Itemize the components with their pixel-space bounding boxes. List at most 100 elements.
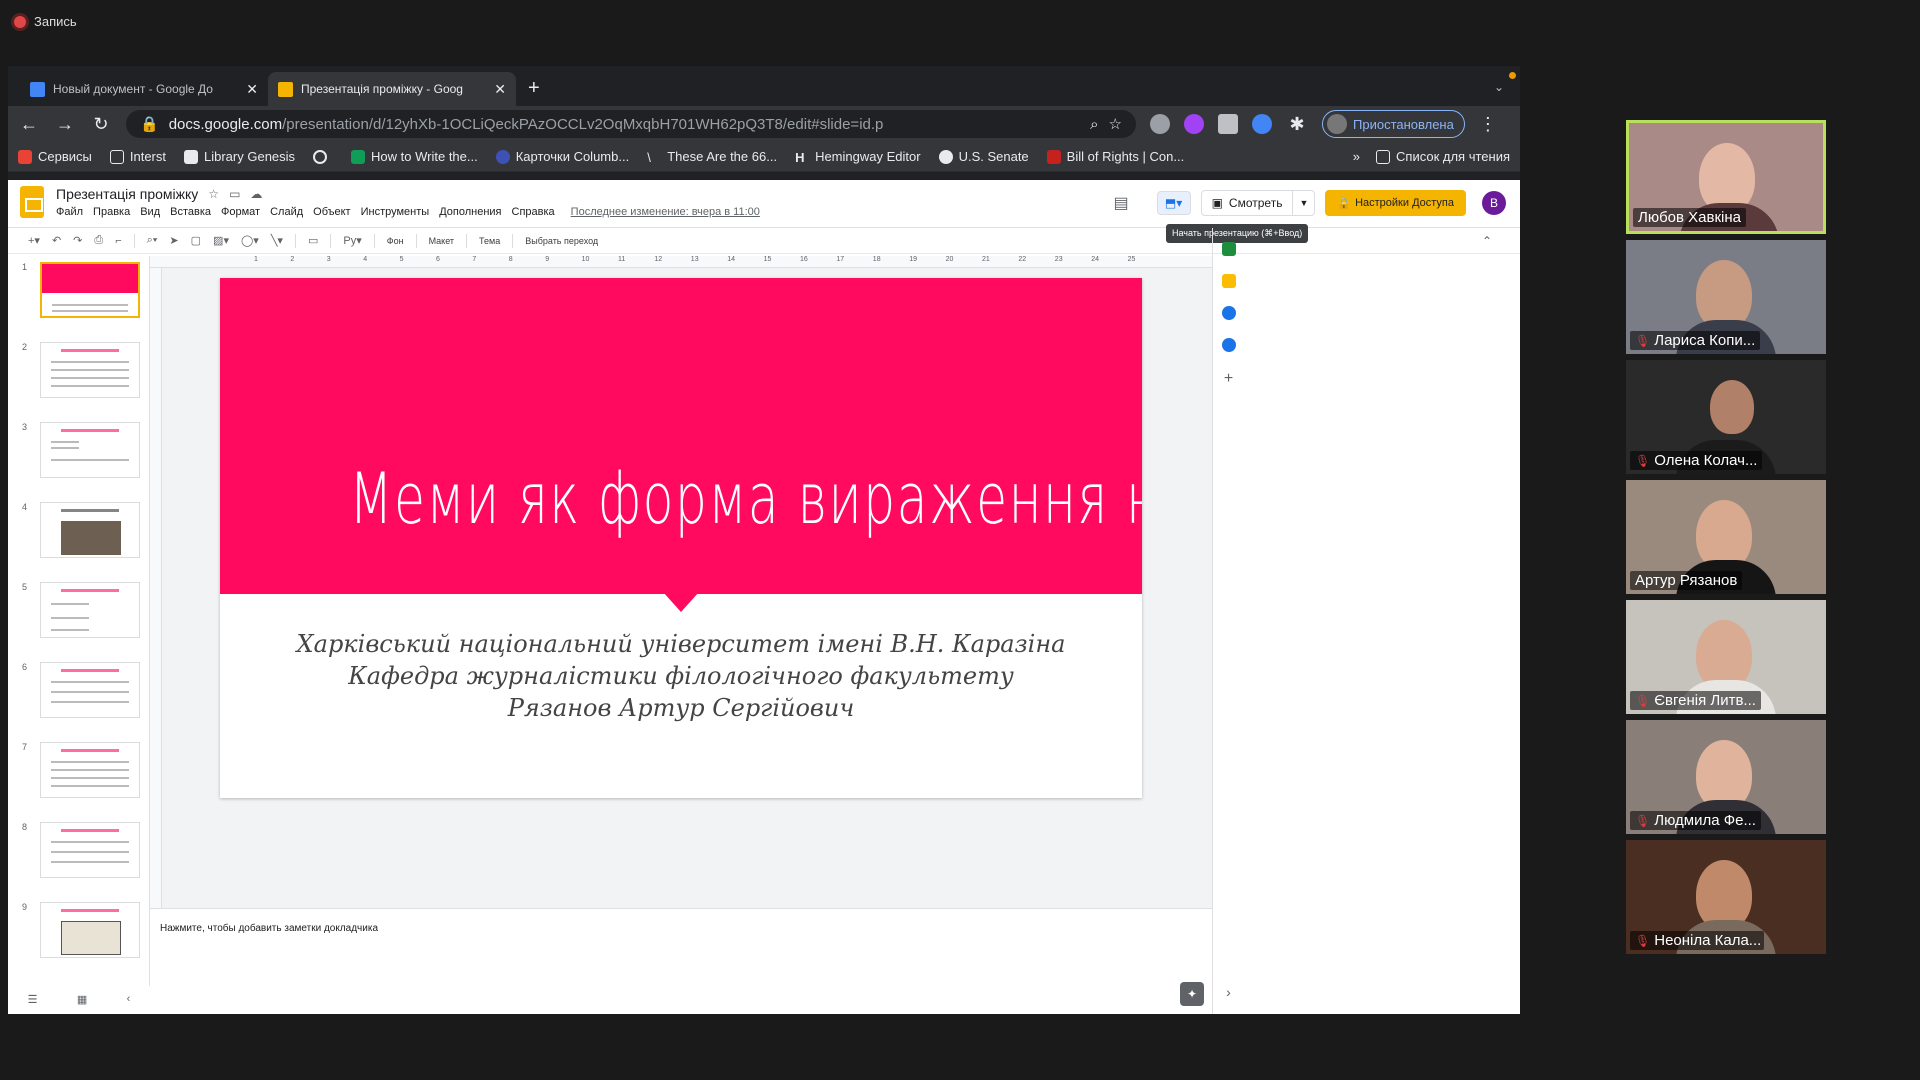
meet-present-button[interactable]: ⬒▾ bbox=[1156, 191, 1191, 215]
text-box-icon[interactable]: ▢ bbox=[191, 234, 201, 247]
sheets-icon[interactable] bbox=[1221, 242, 1236, 256]
menu-tools[interactable]: Инструменты bbox=[361, 206, 430, 218]
participant-tile[interactable]: Артур Рязанов bbox=[1626, 480, 1826, 594]
slide-thumbnail[interactable]: 1 bbox=[8, 256, 149, 336]
bookmark-how-to-write[interactable]: How to Write the... bbox=[351, 149, 478, 164]
image-icon[interactable]: ▨▾ bbox=[213, 234, 229, 247]
tab-google-slides[interactable]: Презентація проміжку - Goog ✕ bbox=[268, 72, 516, 106]
extension-color-icon[interactable] bbox=[1252, 114, 1272, 134]
slide-thumbnail[interactable]: 9 bbox=[8, 896, 149, 976]
menu-insert[interactable]: Вставка bbox=[170, 206, 211, 218]
present-button[interactable]: ▣ Смотреть ▼ bbox=[1200, 190, 1316, 216]
print-icon[interactable]: ⎙ bbox=[94, 234, 103, 247]
bookmark-columbia[interactable]: Карточки Columb... bbox=[495, 149, 629, 164]
star-icon[interactable]: ☆ bbox=[1109, 115, 1122, 133]
participant-tile[interactable]: 🎙 Неоніла Кала... bbox=[1626, 840, 1826, 954]
comment-icon[interactable]: ▭ bbox=[308, 234, 318, 247]
slide-thumbnail[interactable]: 2 bbox=[8, 336, 149, 416]
tab-google-doc[interactable]: Новый документ - Google До ✕ bbox=[20, 72, 268, 106]
extension-icon[interactable] bbox=[1218, 114, 1238, 134]
slide-thumbnail[interactable]: 7 bbox=[8, 736, 149, 816]
layout-button[interactable]: Макет bbox=[429, 236, 454, 246]
speaker-notes[interactable]: Нажмите, чтобы добавить заметки докладчи… bbox=[150, 908, 1212, 1014]
document-title[interactable]: Презентація проміжку bbox=[56, 186, 198, 202]
reading-list-button[interactable]: Список для чтения bbox=[1376, 149, 1510, 164]
adblock-icon[interactable] bbox=[1150, 114, 1170, 134]
shape-icon[interactable]: ◯▾ bbox=[241, 234, 259, 247]
contacts-icon[interactable] bbox=[1221, 338, 1236, 352]
bookmark-interst[interactable]: Interst bbox=[109, 149, 166, 164]
redo-icon[interactable]: ↷ bbox=[73, 234, 82, 247]
new-tab-button[interactable]: + bbox=[516, 77, 552, 106]
participant-tile[interactable]: 🎙 Лариса Копи... bbox=[1626, 240, 1826, 354]
paint-format-icon[interactable]: ⌐ bbox=[115, 235, 121, 247]
move-folder-icon[interactable]: ▭ bbox=[229, 187, 240, 201]
participant-tile[interactable]: 🎙 Євгенія Литв... bbox=[1626, 600, 1826, 714]
bookmark-libgen[interactable]: Library Genesis bbox=[184, 149, 295, 164]
bookmark-senate[interactable]: U.S. Senate bbox=[938, 149, 1029, 164]
bookmarks-overflow-button[interactable]: » bbox=[1353, 149, 1360, 164]
slide-thumbnail[interactable]: 5 bbox=[8, 576, 149, 656]
chevron-down-icon[interactable]: ▼ bbox=[1293, 198, 1314, 208]
tasks-icon[interactable] bbox=[1221, 306, 1236, 320]
transition-button[interactable]: Выбрать переход bbox=[525, 236, 598, 246]
puzzle-icon[interactable]: ✱ bbox=[1286, 114, 1308, 135]
close-tab-icon[interactable]: ✕ bbox=[246, 81, 258, 98]
share-button[interactable]: 🔒 Настройки Доступа bbox=[1325, 190, 1466, 216]
menu-edit[interactable]: Правка bbox=[93, 206, 130, 218]
avatar[interactable]: В bbox=[1482, 191, 1506, 215]
bookmark-hemingway[interactable]: H Hemingway Editor bbox=[795, 149, 921, 165]
participant-tile[interactable]: 🎙 Людмила Фе... bbox=[1626, 720, 1826, 834]
line-icon[interactable]: ╲▾ bbox=[271, 234, 283, 247]
new-slide-icon[interactable]: +▾ bbox=[28, 234, 40, 247]
chevron-right-icon[interactable]: › bbox=[1226, 984, 1231, 1000]
close-tab-icon[interactable]: ✕ bbox=[494, 81, 506, 98]
input-tools-icon[interactable]: Ру▾ bbox=[343, 234, 361, 247]
menu-help[interactable]: Справка bbox=[512, 206, 555, 218]
last-edit-link[interactable]: Последнее изменение: вчера в 11:00 bbox=[571, 206, 760, 218]
slide-subtitle[interactable]: Харківський національний університет іме… bbox=[220, 628, 1142, 724]
slide-thumbnail[interactable]: 6 bbox=[8, 656, 149, 736]
menu-file[interactable]: Файл bbox=[56, 206, 83, 218]
select-icon[interactable]: ➤ bbox=[169, 234, 178, 247]
tab-search-icon[interactable]: ⌄ bbox=[1494, 80, 1504, 94]
slide-title[interactable]: Меми як форма вираження новин bbox=[349, 458, 1142, 540]
collapse-toolbar-icon[interactable]: ⌃ bbox=[1482, 234, 1492, 248]
comment-history-icon[interactable]: ▤ bbox=[1113, 193, 1128, 213]
participant-tile[interactable]: Любов Хавкіна bbox=[1626, 120, 1826, 234]
explore-icon[interactable]: ✦ bbox=[1180, 982, 1204, 1006]
slide-thumbnail[interactable]: 3 bbox=[8, 416, 149, 496]
bookmark-apps[interactable]: Сервисы bbox=[18, 149, 92, 164]
more-menu-icon[interactable]: ⋮ bbox=[1479, 114, 1497, 135]
profile-button[interactable]: Приостановлена bbox=[1322, 110, 1465, 138]
extension-pen-icon[interactable] bbox=[1184, 114, 1204, 134]
address-bar[interactable]: 🔒 docs.google.com/presentation/d/12yhXb-… bbox=[126, 110, 1136, 138]
zoom-icon[interactable]: ⌕▾ bbox=[147, 234, 158, 247]
bookmark-66[interactable]: \ These Are the 66... bbox=[647, 149, 777, 165]
keep-icon[interactable] bbox=[1221, 274, 1236, 288]
participant-tile[interactable]: 🎙 Олена Колач... bbox=[1626, 360, 1826, 474]
bookmark-bill-of-rights[interactable]: Bill of Rights | Con... bbox=[1046, 149, 1184, 164]
menu-view[interactable]: Вид bbox=[140, 206, 160, 218]
slides-logo-icon[interactable] bbox=[20, 186, 44, 218]
slide-thumbnail[interactable]: 8 bbox=[8, 816, 149, 896]
reload-button[interactable]: ↻ bbox=[90, 114, 112, 135]
menu-object[interactable]: Объект bbox=[313, 206, 350, 218]
forward-button[interactable]: → bbox=[54, 114, 76, 135]
back-button[interactable]: ← bbox=[18, 114, 40, 135]
collapse-filmstrip-icon[interactable]: ‹ bbox=[127, 993, 131, 1005]
grid-view-icon[interactable]: ▦ bbox=[77, 993, 87, 1006]
current-slide[interactable]: Меми як форма вираження новин Харківськи… bbox=[220, 278, 1142, 798]
bookmark-globe[interactable] bbox=[313, 149, 333, 164]
theme-button[interactable]: Тема bbox=[479, 236, 500, 246]
zoom-icon[interactable]: ⌕ bbox=[1090, 116, 1098, 133]
background-button[interactable]: Фон bbox=[387, 236, 404, 246]
slide-thumbnail[interactable]: 4 bbox=[8, 496, 149, 576]
undo-icon[interactable]: ↶ bbox=[52, 234, 61, 247]
add-addon-icon[interactable]: + bbox=[1224, 370, 1233, 388]
menu-slide[interactable]: Слайд bbox=[270, 206, 303, 218]
menu-format[interactable]: Формат bbox=[221, 206, 260, 218]
list-view-icon[interactable]: ☰ bbox=[28, 993, 38, 1006]
menu-addons[interactable]: Дополнения bbox=[439, 206, 501, 218]
star-icon[interactable]: ☆ bbox=[208, 187, 219, 201]
